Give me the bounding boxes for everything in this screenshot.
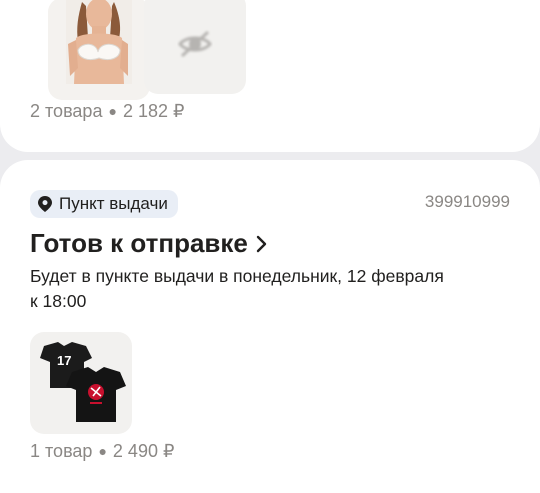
order-number: 399910999 [424,192,510,211]
product-thumbnail-hidden[interactable] [144,0,246,94]
order-summary: 1 товар ● 2 490 ₽ [30,441,174,462]
product-image-lingerie [66,0,132,84]
order-status-title: Готов к отправке [30,228,248,258]
separator-dot: ● [98,443,107,459]
order-total: 2 490 ₽ [112,441,175,461]
jersey-number: 17 [57,353,71,368]
separator-dot: ● [108,103,117,119]
order-card[interactable]: Пункт выдачи 399910999 Готов к отправке … [0,160,540,493]
pickup-point-label: Пункт выдачи [59,194,168,213]
delivery-date-line: Будет в пункте выдачи в понедельник, 12 … [30,266,444,286]
order-card-previous[interactable]: 2 товара ● 2 182 ₽ [0,0,540,152]
product-thumbnail-tshirts[interactable]: 17 [30,332,132,434]
eye-off-icon [178,30,212,58]
pickup-point-badge: Пункт выдачи [30,190,178,218]
order-total: 2 182 ₽ [122,101,185,121]
order-summary: 2 товара ● 2 182 ₽ [30,101,184,122]
items-count: 2 товара [30,101,103,121]
chevron-right-icon [256,235,267,252]
location-pin-icon [38,196,52,212]
items-count: 1 товар [30,441,93,461]
product-image-tshirts: 17 [40,342,126,422]
product-thumbnail-lingerie[interactable] [48,0,150,100]
delivery-time-line: к 18:00 [30,291,87,311]
delivery-info: Будет в пункте выдачи в понедельник, 12 … [30,264,500,314]
order-status-link[interactable]: Готов к отправке [30,228,268,259]
